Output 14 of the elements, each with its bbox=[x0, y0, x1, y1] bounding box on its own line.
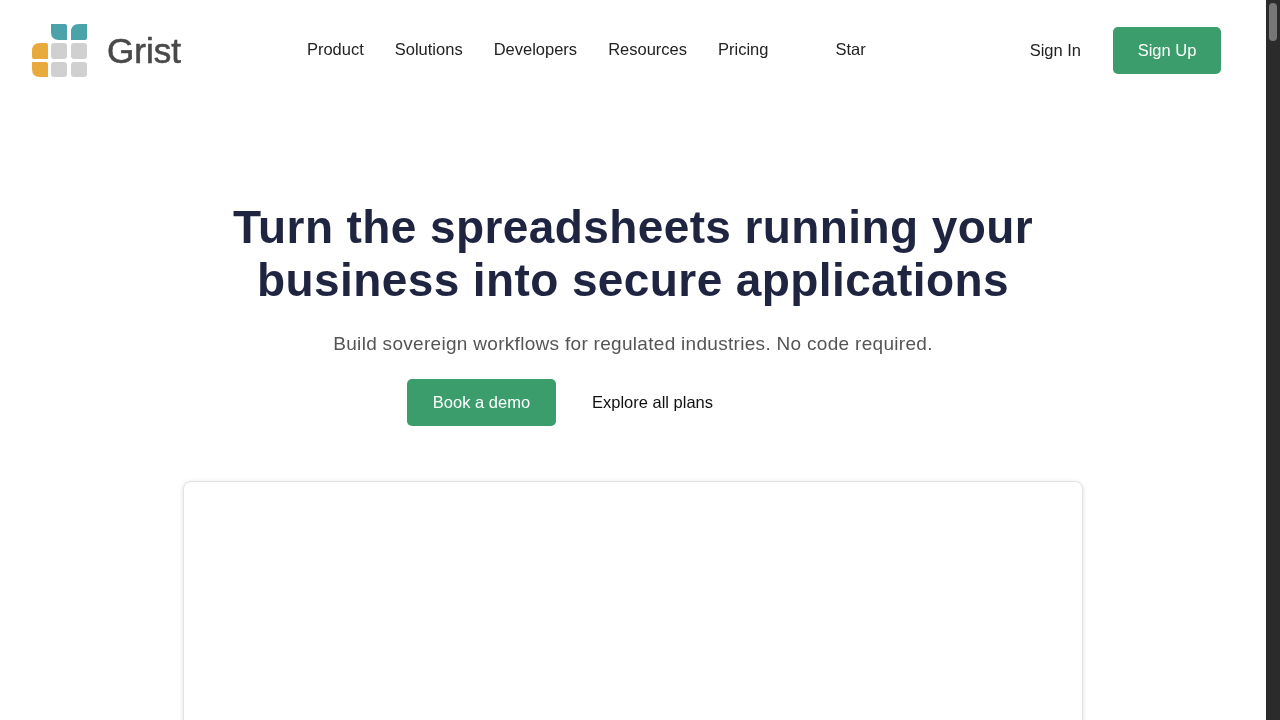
hero-heading: Turn the spreadsheets running your business into secure applications bbox=[232, 201, 1034, 307]
nav-menu-item[interactable]: Resources bbox=[608, 40, 687, 60]
nav-menu-item[interactable]: Pricing bbox=[718, 40, 769, 60]
nav-menu-item[interactable]: Product bbox=[306, 40, 364, 60]
scrollbar-thumb[interactable] bbox=[1269, 3, 1277, 41]
nav-menu-item[interactable]: Developers bbox=[493, 40, 578, 60]
nav-menu-item[interactable]: Solutions bbox=[394, 40, 463, 60]
plans-link[interactable]: Explore all plans bbox=[591, 393, 714, 412]
scrollbar[interactable] bbox=[1266, 0, 1280, 720]
star-link[interactable]: Star bbox=[835, 40, 866, 60]
logo-icon bbox=[32, 23, 88, 77]
sign-in-link[interactable]: Sign In bbox=[1029, 40, 1081, 60]
logo-wordmark[interactable]: Grist bbox=[107, 32, 181, 68]
hero-subtitle: Build sovereign workflows for regulated industries. No code required. bbox=[333, 332, 933, 356]
